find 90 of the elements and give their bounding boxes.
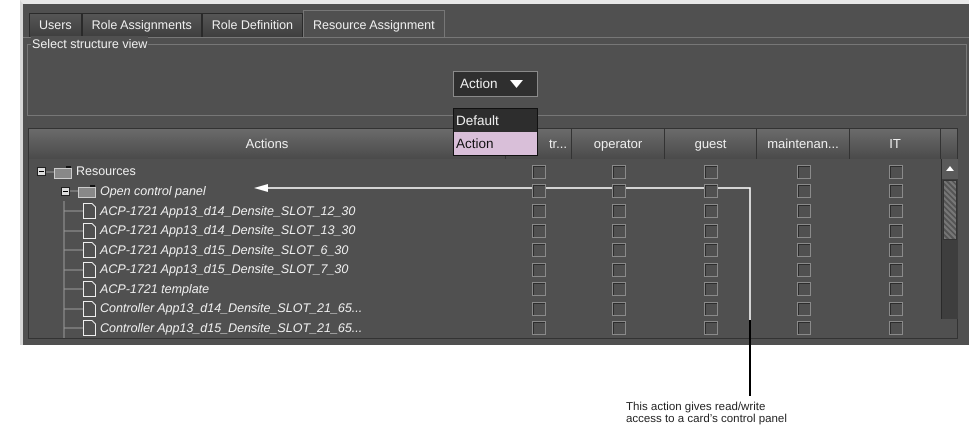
checkbox[interactable] [532,164,546,179]
tree-line [63,279,83,299]
document-icon [83,222,96,238]
caret-icon [510,80,523,88]
checkbox[interactable] [612,321,626,335]
view-dropdown[interactable]: Action [453,71,538,97]
tree-line [70,190,78,192]
checkbox[interactable] [888,321,902,335]
dropdown-option[interactable]: Default [454,109,537,132]
checkbox[interactable] [888,184,902,198]
checkbox[interactable] [888,282,902,296]
checkbox[interactable] [796,243,810,257]
checkbox[interactable] [612,224,626,238]
checkbox[interactable] [532,321,546,335]
tab[interactable]: Role Definition [202,13,304,37]
checkbox[interactable] [612,282,626,296]
tree-item-label[interactable]: ACP-1721 template [100,280,210,298]
checkbox[interactable] [612,243,626,257]
checkbox[interactable] [796,282,810,296]
collapse-icon[interactable] [61,186,70,196]
checkbox[interactable] [796,224,810,238]
tree-line [63,260,83,280]
checkbox[interactable] [612,302,626,316]
tree-line [46,170,54,173]
scrollbar[interactable] [941,159,958,319]
checkbox[interactable] [612,184,626,198]
checkbox[interactable] [796,204,810,218]
document-icon [83,262,96,278]
checkbox[interactable] [888,302,902,316]
scroll-up-icon[interactable] [942,159,958,179]
document-icon [83,203,96,219]
tree-item-label[interactable]: Open control panel [100,182,206,201]
checkbox[interactable] [612,262,626,276]
checkbox[interactable] [704,282,718,296]
checkbox[interactable] [532,262,546,276]
checkbox[interactable] [796,184,810,198]
checkbox[interactable] [796,302,810,316]
tree-line [63,240,83,260]
checkbox[interactable] [704,321,718,335]
checkbox[interactable] [796,262,810,276]
checkbox[interactable] [704,302,718,316]
dropdown-option[interactable]: Action [454,132,537,155]
document-icon [83,242,96,258]
checkbox[interactable] [704,184,718,198]
checkbox[interactable] [532,243,546,257]
checkbox[interactable] [532,184,546,198]
document-icon [83,300,96,316]
tree-line [63,220,83,240]
checkbox[interactable] [704,164,718,179]
checkbox[interactable] [888,262,902,276]
column-header[interactable]: operator [572,129,665,159]
tree-item-label[interactable]: ACP-1721 App13_d14_Densite_SLOT_13_30 [100,221,356,240]
checkbox[interactable] [888,164,902,179]
checkbox[interactable] [888,224,902,238]
tree-item-label[interactable]: ACP-1721 App13_d14_Densite_SLOT_12_30 [100,202,356,220]
folder-icon [78,184,96,198]
checkbox[interactable] [532,224,546,238]
column-header[interactable]: guest [665,129,757,159]
tree-item-label[interactable]: ACP-1721 App13_d15_Densite_SLOT_7_30 [100,260,348,279]
scroll-thumb[interactable] [943,180,957,240]
tree-item-label[interactable]: ACP-1721 App13_d15_Densite_SLOT_6_30 [100,240,348,260]
document-icon [83,281,96,297]
checkbox[interactable] [888,204,902,218]
document-icon [83,320,96,336]
folder-icon [54,164,72,179]
checkbox[interactable] [612,164,626,179]
tree-line [63,298,83,318]
checkbox[interactable] [532,282,546,296]
collapse-icon[interactable] [37,167,46,176]
checkbox[interactable] [796,164,810,179]
checkbox[interactable] [532,302,546,316]
tree-item-label[interactable]: Controller App13_d14_Densite_SLOT_21_65... [100,299,362,318]
checkbox[interactable] [888,243,902,257]
checkbox[interactable] [612,204,626,218]
callout-text: This action gives read/write access to a card’s control panel [626,401,788,425]
checkbox[interactable] [704,243,718,257]
checkbox[interactable] [532,204,546,218]
column-header[interactable]: maintenan... [757,129,850,159]
tree-item-label[interactable]: Controller App13_d15_Densite_SLOT_21_65... [100,318,362,338]
checkbox[interactable] [704,204,718,218]
checkbox[interactable] [704,224,718,238]
column-header[interactable]: IT [850,129,941,159]
tab[interactable]: Users [29,13,82,37]
tab[interactable]: Resource Assignment [303,10,445,37]
tree-line [63,318,83,338]
tree-line [63,201,83,221]
tree-item-label[interactable]: Resources [76,162,136,182]
checkbox[interactable] [704,262,718,276]
tab[interactable]: Role Assignments [82,13,202,37]
checkbox[interactable] [796,321,810,335]
